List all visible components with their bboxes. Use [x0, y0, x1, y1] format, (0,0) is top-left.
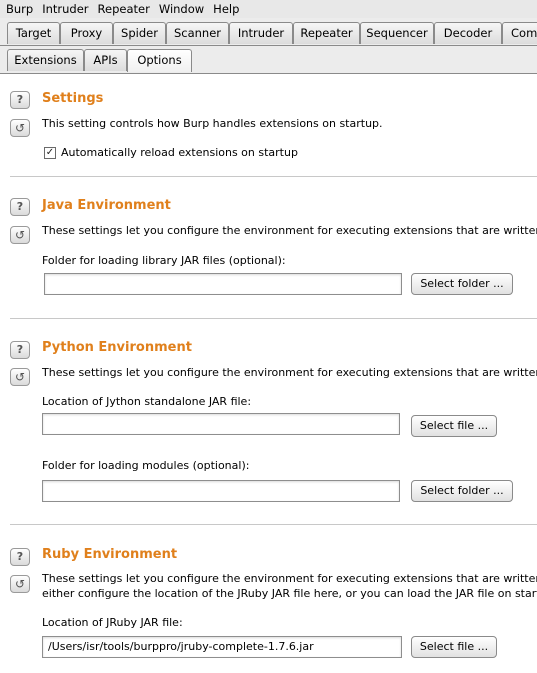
tab-target[interactable]: Target: [7, 22, 60, 44]
tab-extensions[interactable]: Extensions: [7, 49, 84, 71]
main-tab-bar: Target Proxy Spider Scanner Intruder Rep…: [0, 20, 537, 46]
refresh-icon[interactable]: ↺: [10, 368, 30, 386]
auto-reload-checkbox[interactable]: ✓: [44, 147, 56, 159]
menu-intruder[interactable]: Intruder: [36, 0, 91, 17]
refresh-icon[interactable]: ↺: [10, 575, 30, 593]
jruby-select-file-button[interactable]: Select file ...: [411, 636, 497, 658]
python-title: Python Environment: [42, 340, 192, 355]
section-divider: [10, 176, 537, 177]
menu-help[interactable]: Help: [207, 0, 242, 17]
question-mark-icon[interactable]: ?: [10, 198, 30, 216]
ruby-description-line-2: either configure the location of the JRu…: [42, 587, 537, 600]
tab-scanner[interactable]: Scanner: [166, 22, 229, 44]
jython-jar-input[interactable]: [42, 413, 400, 435]
python-modules-label: Folder for loading modules (optional):: [42, 459, 250, 472]
section-divider: [10, 318, 537, 319]
menu-window[interactable]: Window: [153, 0, 207, 17]
settings-description: This setting controls how Burp handles e…: [42, 117, 383, 130]
jython-jar-label: Location of Jython standalone JAR file:: [42, 395, 252, 408]
tab-comparer[interactable]: Com: [502, 22, 537, 44]
refresh-icon[interactable]: ↺: [10, 226, 30, 244]
section-divider: [10, 524, 537, 525]
question-mark-icon[interactable]: ?: [10, 341, 30, 359]
settings-title: Settings: [42, 91, 104, 106]
python-description: These settings let you configure the env…: [42, 366, 537, 379]
tab-apis[interactable]: APIs: [84, 49, 127, 71]
java-select-folder-button[interactable]: Select folder ...: [411, 273, 513, 295]
java-folder-label: Folder for loading library JAR files (op…: [42, 254, 286, 267]
refresh-icon[interactable]: ↺: [10, 119, 30, 137]
python-select-folder-button[interactable]: Select folder ...: [411, 480, 513, 502]
menu-bar: Burp Intruder Repeater Window Help: [0, 0, 537, 18]
java-folder-input[interactable]: [44, 273, 402, 295]
ruby-description-line-1: These settings let you configure the env…: [42, 572, 537, 585]
tab-intruder[interactable]: Intruder: [229, 22, 293, 44]
tab-proxy[interactable]: Proxy: [60, 22, 113, 44]
jython-select-file-button[interactable]: Select file ...: [411, 415, 497, 437]
question-mark-icon[interactable]: ?: [10, 91, 30, 109]
java-title: Java Environment: [42, 198, 171, 213]
tab-divider: [0, 45, 537, 46]
menu-repeater[interactable]: Repeater: [92, 0, 153, 17]
options-panel: ? ↺ Settings This setting controls how B…: [0, 74, 537, 673]
tab-decoder[interactable]: Decoder: [434, 22, 502, 44]
ruby-title: Ruby Environment: [42, 547, 178, 562]
jruby-jar-input[interactable]: /Users/isr/tools/burppro/jruby-complete-…: [42, 636, 402, 658]
tab-repeater[interactable]: Repeater: [293, 22, 360, 44]
tab-spider[interactable]: Spider: [113, 22, 166, 44]
sub-tab-bar: Extensions APIs Options: [0, 47, 537, 74]
tab-options[interactable]: Options: [127, 49, 192, 72]
question-mark-icon[interactable]: ?: [10, 548, 30, 566]
menu-burp[interactable]: Burp: [0, 0, 36, 17]
java-description: These settings let you configure the env…: [42, 224, 537, 237]
tab-sequencer[interactable]: Sequencer: [360, 22, 434, 44]
jruby-jar-label: Location of JRuby JAR file:: [42, 616, 183, 629]
auto-reload-label: Automatically reload extensions on start…: [61, 146, 298, 159]
python-modules-input[interactable]: [42, 480, 400, 502]
